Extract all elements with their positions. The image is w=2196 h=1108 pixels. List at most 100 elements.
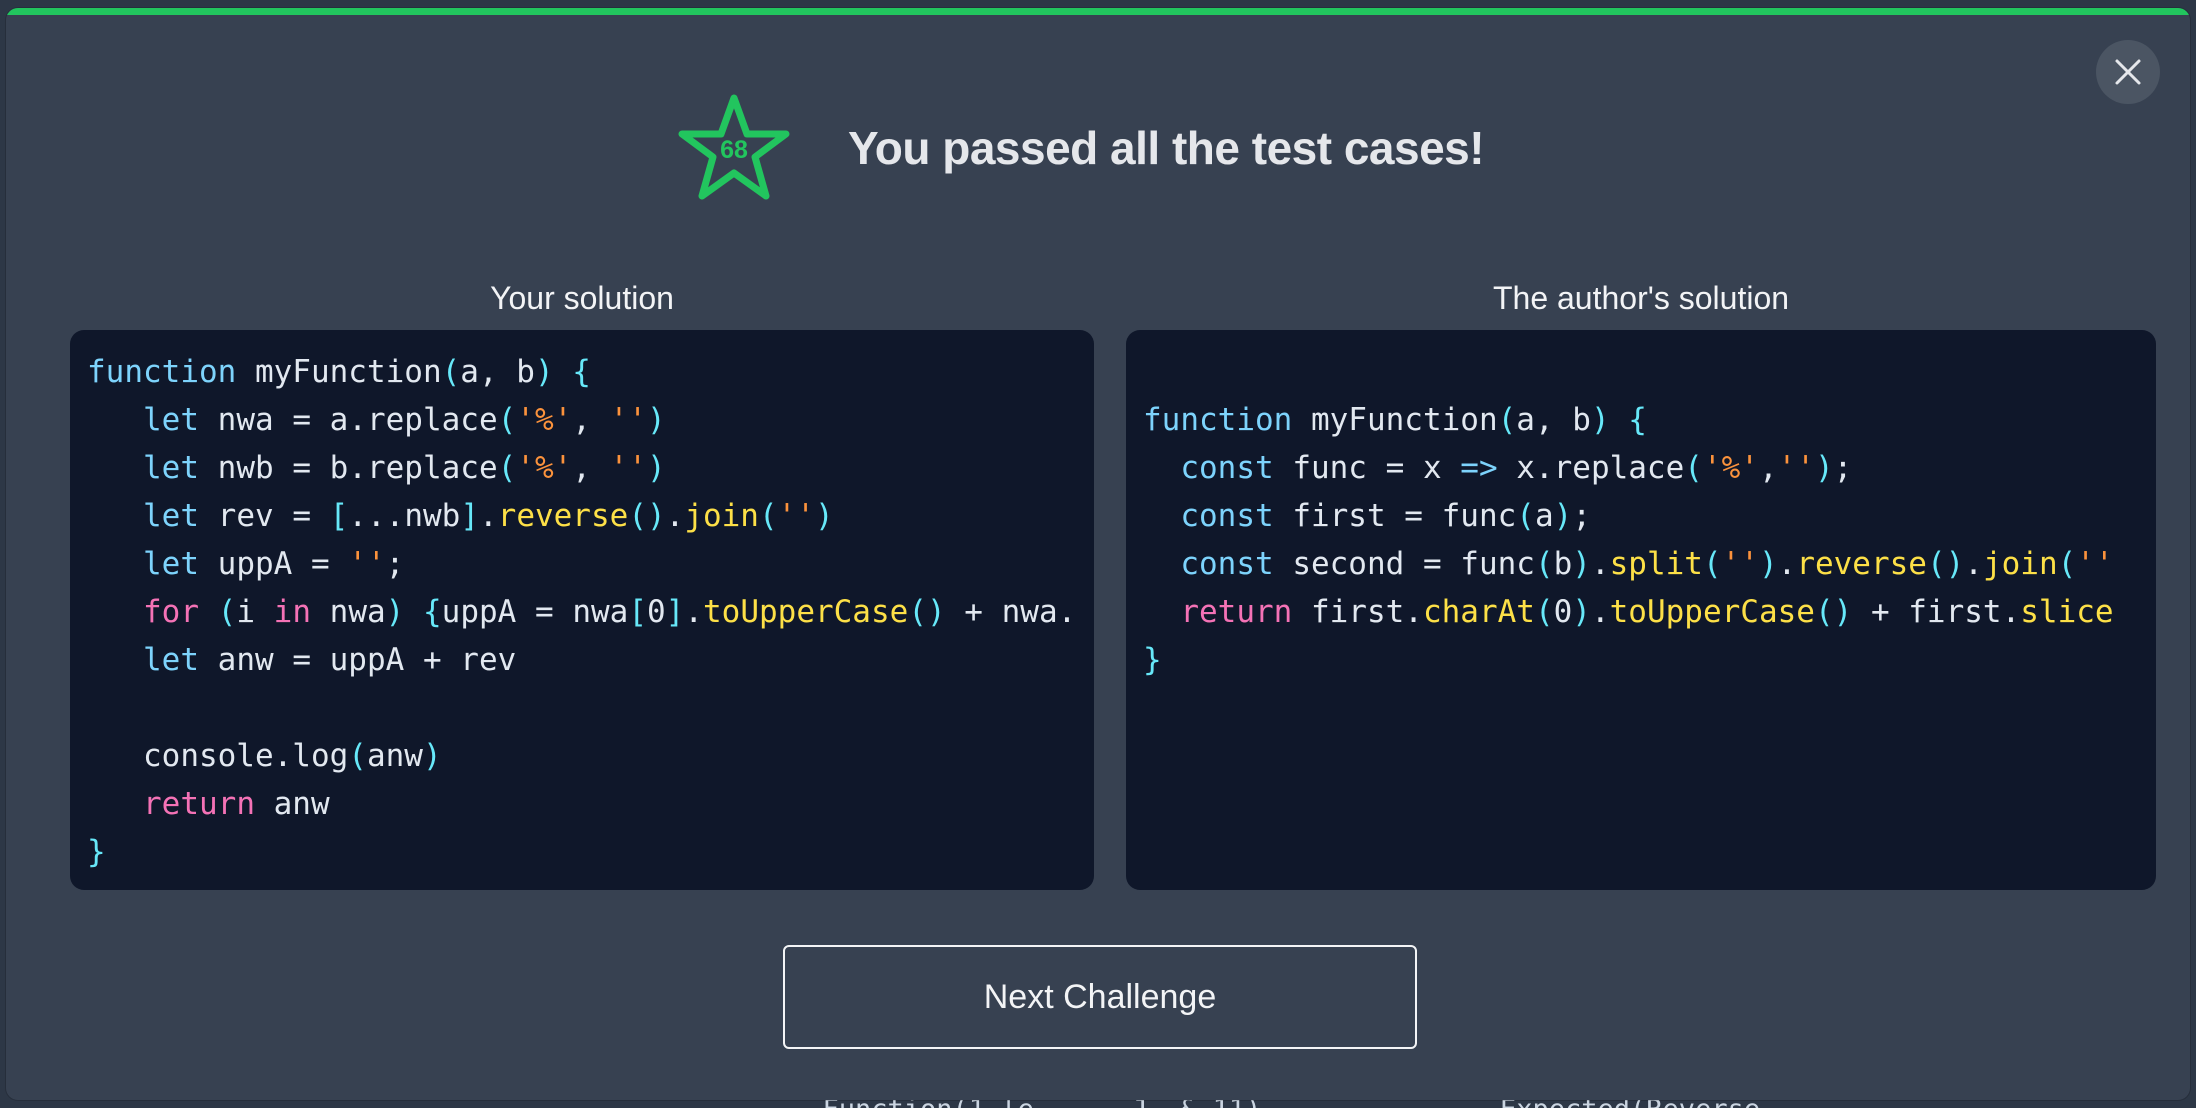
code-token: ( [1534,594,1554,630]
code-token: '%' [1702,450,1759,486]
code-token: anw = uppA + rev [199,642,517,678]
code-token: ) [1814,450,1834,486]
code-token: ( [1516,498,1535,534]
code-token: split [1609,546,1703,582]
code-token: ) [1758,546,1778,582]
code-token: ( [497,450,517,486]
code-token: x.replace [1497,450,1685,486]
code-token: toUpperCase [1609,594,1815,630]
code-token: anw [366,738,423,774]
code-token: + first. [1852,594,2021,630]
code-token: b [1553,546,1573,582]
code-line: return anw [87,780,1094,828]
code-token: ( [758,498,778,534]
code-token: uppA = nwa [441,594,629,630]
code-token: ; [1572,498,1591,534]
code-token: ) [1572,546,1591,582]
code-line: const first = func(a); [1143,492,2156,540]
code-token: reverse [1796,546,1927,582]
code-line: console.log(anw) [87,732,1094,780]
code-token: } [87,834,106,870]
code-token: ( [348,738,367,774]
code-line: const second = func(b).split('').reverse… [1143,540,2156,588]
code-token: charAt [1422,594,1535,630]
code-token: ) [385,594,405,630]
code-token: ; [385,546,405,582]
code-token: ) [1572,594,1591,630]
code-token: return [143,786,255,822]
code-token: myFunction [236,354,442,390]
code-token: ) [422,738,442,774]
code-token: '' [1721,546,1759,582]
code-token: 0 [646,594,666,630]
code-token: [ [628,594,647,630]
code-token: toUpperCase [703,594,909,630]
code-line: function myFunction(a, b) { [87,348,1094,396]
code-token: . [1590,546,1610,582]
code-token: ; [1833,450,1853,486]
code-line: function myFunction(a, b) { [1143,396,2156,444]
code-token: join [684,498,759,534]
code-token: () [1926,546,1965,582]
code-token: . [665,498,685,534]
your-solution-label: Your solution [490,280,674,316]
close-button[interactable] [2096,40,2160,104]
code-token: ( [1702,546,1722,582]
code-token: reverse [497,498,629,534]
code-token: function [87,354,237,390]
code-token: () [1814,594,1853,630]
code-token: } [1143,642,1162,678]
code-token: const [1180,546,1274,582]
code-token: ) [534,354,554,390]
code-token: in [273,594,311,630]
code-token: '' [609,402,647,438]
code-token: + nwa. [945,594,1077,630]
code-token: ] [665,594,685,630]
code-token: ( [2057,546,2077,582]
code-token: { [423,594,442,630]
code-line: let nwa = a.replace('%', '') [87,396,1094,444]
code-token: func = x [1273,450,1461,486]
code-token: ) [646,402,666,438]
code-token: a, b [460,354,535,390]
success-modal: 68 You passed all the test cases! Your s… [6,8,2190,1100]
code-token: '%' [516,402,573,438]
author-solution-panel: The author's solution function myFunctio… [1126,270,2156,890]
code-line: } [87,828,1094,876]
code-token: ( [1684,450,1703,486]
code-line: let anw = uppA + rev [87,636,1094,684]
progress-bar [6,8,2190,15]
next-challenge-button[interactable]: Next Challenge [783,945,1417,1049]
your-solution-code: function myFunction(a, b) { let nwa = a.… [70,330,1094,890]
author-solution-code: function myFunction(a, b) { const func =… [1126,330,2156,890]
code-token: const [1180,450,1274,486]
code-token: nwb = b.replace [199,450,498,486]
star-badge: 68 [676,90,792,206]
code-token: slice [2020,594,2114,630]
code-token: a, b [1516,402,1591,438]
code-token: a [1534,498,1554,534]
code-line: } [1143,636,2156,684]
code-token: ( [1497,402,1517,438]
code-token: ( [1534,546,1554,582]
code-token: . [1777,546,1797,582]
result-header: 68 You passed all the test cases! [676,88,1485,208]
code-token: ) [1590,402,1610,438]
code-token: return [1180,594,1293,630]
code-token: myFunction [1292,402,1498,438]
code-token: ( [441,354,461,390]
